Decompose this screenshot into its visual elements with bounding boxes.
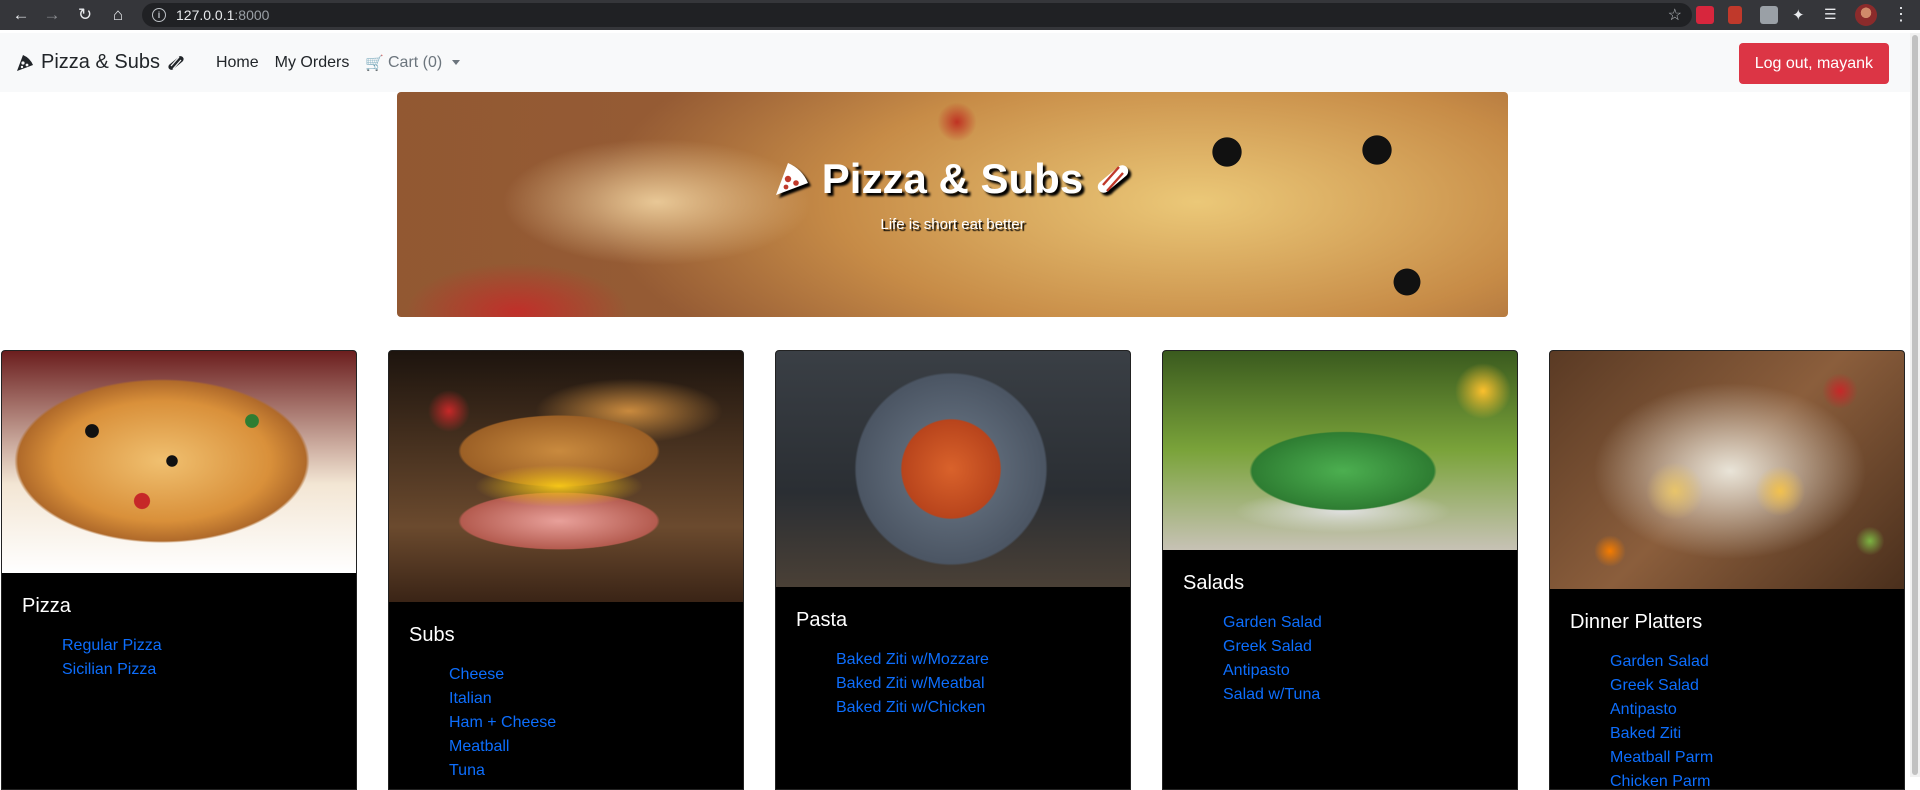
home-icon[interactable]: ⌂	[103, 0, 133, 30]
category-card-salads: Salads Garden Salad Greek Salad Antipast…	[1162, 350, 1518, 790]
back-icon[interactable]: ←	[6, 0, 36, 30]
sub-sandwich-icon	[168, 55, 184, 70]
menu-item-link[interactable]: Ham + Cheese	[449, 711, 743, 735]
menu-item-link[interactable]: Sicilian Pizza	[62, 658, 356, 682]
site-info-icon[interactable]: i	[152, 8, 166, 22]
extension-gray-icon[interactable]	[1760, 6, 1778, 24]
page-scrollbar[interactable]	[1910, 33, 1920, 777]
menu-item-link[interactable]: Salad w/Tuna	[1223, 683, 1517, 707]
cart-icon: 🛒	[365, 54, 384, 72]
menu-item-link[interactable]: Greek Salad	[1223, 635, 1517, 659]
menu-item-link[interactable]: Chicken Parm	[1610, 770, 1904, 789]
menu-item-link[interactable]: Antipasto	[1223, 659, 1517, 683]
brand-link[interactable]: Pizza & Subs	[15, 51, 186, 74]
menu-item-link[interactable]: Greek Salad	[1610, 674, 1904, 698]
menu-item-link[interactable]: Baked Ziti w/Chicken	[836, 696, 1130, 720]
browser-toolbar: ← → ↻ ⌂ i 127.0.0.1:8000 ☆ ✦ ☰ ⋮	[0, 0, 1920, 30]
menu-item-link[interactable]: Baked Ziti w/Mozzare	[836, 648, 1130, 672]
forward-icon[interactable]: →	[37, 0, 67, 30]
item-list: Garden Salad Greek Salad Antipasto Salad…	[1223, 611, 1517, 707]
category-card-dinner-platters: Dinner Platters Garden Salad Greek Salad…	[1549, 350, 1905, 790]
subs-image	[389, 351, 743, 602]
extension-bookmark-icon[interactable]	[1728, 6, 1742, 24]
pizza-slice-icon	[17, 54, 33, 71]
menu-item-link[interactable]: Regular Pizza	[62, 634, 356, 658]
pasta-image	[776, 351, 1130, 587]
address-bar[interactable]: i 127.0.0.1:8000 ☆	[142, 3, 1692, 27]
category-title: Salads	[1183, 572, 1245, 594]
nav-home-link[interactable]: Home	[208, 54, 267, 72]
banner-subtitle: Life is short eat better	[880, 216, 1025, 233]
site-navbar: Pizza & Subs Home My Orders 🛒 Cart (0) L…	[0, 33, 1910, 92]
logout-button[interactable]: Log out, mayank	[1738, 43, 1889, 84]
extensions-puzzle-icon[interactable]: ✦	[1792, 6, 1810, 24]
extension-red-icon[interactable]	[1696, 6, 1714, 24]
cart-label: Cart (0)	[388, 53, 443, 71]
item-list: Regular Pizza Sicilian Pizza	[62, 634, 356, 682]
banner-title: Pizza & Subs	[397, 155, 1508, 203]
menu-item-link[interactable]: Baked Ziti	[1610, 722, 1904, 746]
category-title: Pizza	[22, 595, 71, 617]
pizza-image	[2, 351, 356, 573]
reading-list-icon[interactable]: ☰	[1824, 6, 1842, 24]
menu-item-link[interactable]: Cheese	[449, 663, 743, 687]
nav-my-orders-link[interactable]: My Orders	[267, 54, 358, 72]
menu-item-link[interactable]: Tuna	[449, 759, 743, 783]
category-card-subs: Subs Cheese Italian Ham + Cheese Meatbal…	[388, 350, 744, 790]
platter-image	[1550, 351, 1904, 589]
category-card-pasta: Pasta Baked Ziti w/Mozzare Baked Ziti w/…	[775, 350, 1131, 790]
bookmark-star-icon[interactable]: ☆	[1668, 5, 1682, 25]
menu-item-link[interactable]: Meatball Parm	[1610, 746, 1904, 770]
pizza-slice-icon	[775, 163, 808, 195]
salad-image	[1163, 351, 1517, 550]
item-list: Garden Salad Greek Salad Antipasto Baked…	[1610, 650, 1904, 789]
menu-item-link[interactable]: Meatball	[449, 735, 743, 759]
scrollbar-thumb[interactable]	[1912, 35, 1918, 775]
banner-title-text: Pizza & Subs	[821, 155, 1084, 202]
menu-item-link[interactable]: Baked Ziti w/Meatbal	[836, 672, 1130, 696]
chevron-down-icon	[452, 60, 461, 65]
menu-item-link[interactable]: Garden Salad	[1610, 650, 1904, 674]
category-title: Dinner Platters	[1570, 611, 1703, 633]
profile-avatar[interactable]	[1855, 4, 1877, 26]
cart-dropdown[interactable]: 🛒 Cart (0)	[357, 54, 468, 72]
browser-menu-icon[interactable]: ⋮	[1892, 4, 1910, 25]
brand-text: Pizza & Subs	[41, 51, 160, 73]
hero-banner: Pizza & Subs Life is short eat better	[397, 92, 1508, 317]
url-text[interactable]: 127.0.0.1:8000	[176, 7, 269, 23]
item-list: Cheese Italian Ham + Cheese Meatball Tun…	[449, 663, 743, 783]
category-title: Pasta	[796, 609, 848, 631]
reload-icon[interactable]: ↻	[70, 0, 100, 30]
item-list: Baked Ziti w/Mozzare Baked Ziti w/Meatba…	[836, 648, 1130, 720]
category-card-pizza: Pizza Regular Pizza Sicilian Pizza	[1, 350, 357, 790]
sub-sandwich-icon	[1098, 165, 1129, 193]
menu-item-link[interactable]: Italian	[449, 687, 743, 711]
menu-item-link[interactable]: Antipasto	[1610, 698, 1904, 722]
nav-links: Home My Orders 🛒 Cart (0)	[208, 54, 468, 72]
menu-item-link[interactable]: Garden Salad	[1223, 611, 1517, 635]
category-title: Subs	[409, 624, 455, 646]
